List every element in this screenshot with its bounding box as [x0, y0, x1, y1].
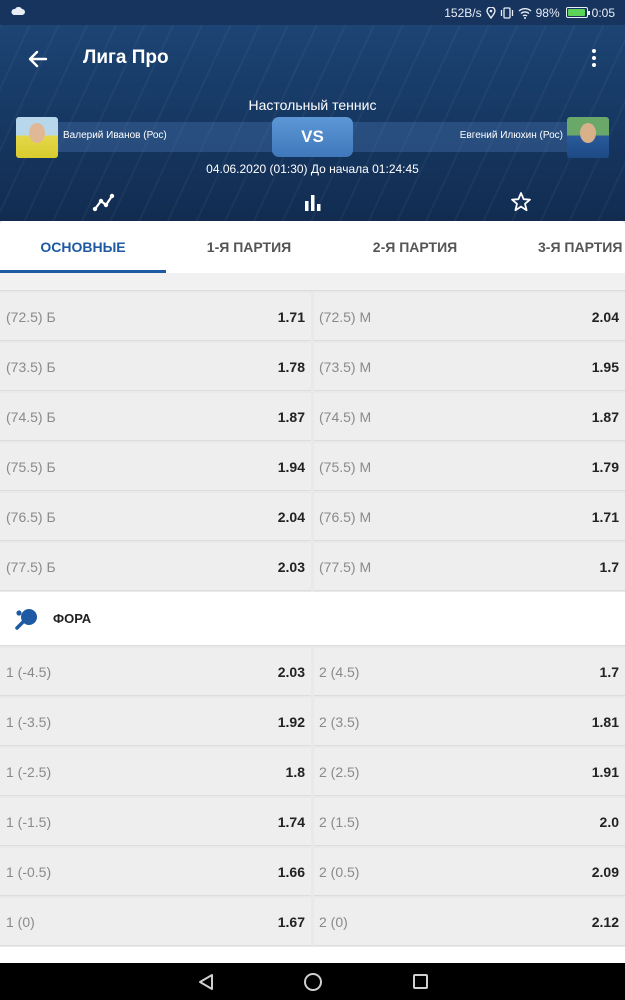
odd-over[interactable]: (75.5) Б 1.94: [0, 443, 311, 491]
total-row: (76.5) Б 2.04 (76.5) М 1.71: [0, 492, 625, 542]
match-header: Лига Про Настольный теннис Валерий Ивано…: [0, 25, 625, 221]
section-header-handicap[interactable]: ФОРА: [0, 592, 625, 646]
handicap-row: 1 (-3.5) 1.92 2 (3.5) 1.81: [0, 697, 625, 747]
odd-over[interactable]: (76.5) Б 2.04: [0, 493, 311, 541]
odd-over[interactable]: (73.5) Б 1.78: [0, 343, 311, 391]
odd-under[interactable]: (75.5) М 1.79: [314, 443, 625, 491]
total-row: (77.5) Б 2.03 (77.5) М 1.7: [0, 542, 625, 592]
next-section-strip: [0, 947, 625, 963]
odd-team-1[interactable]: 1 (-1.5) 1.74: [0, 798, 311, 846]
sport-name: Настольный теннис: [248, 97, 377, 113]
player-right-name: Евгений Илюхин (Рос): [459, 130, 563, 141]
player-left-avatar: [16, 117, 58, 158]
odd-team-2[interactable]: 2 (2.5) 1.91: [314, 748, 625, 796]
odd-over[interactable]: (72.5) Б 1.71: [0, 293, 311, 341]
cloud-icon: [11, 7, 25, 15]
back-arrow-icon[interactable]: [26, 47, 50, 71]
more-menu-icon[interactable]: [589, 47, 599, 69]
odd-under[interactable]: (73.5) М 1.95: [314, 343, 625, 391]
total-row: (73.5) Б 1.78 (73.5) М 1.95: [0, 342, 625, 392]
nav-recents-icon[interactable]: [413, 974, 428, 989]
odd-over[interactable]: (74.5) Б 1.87: [0, 393, 311, 441]
vs-badge: VS: [272, 117, 353, 157]
tab-set-2[interactable]: 2-Я ПАРТИЯ: [332, 221, 498, 273]
odd-over[interactable]: (77.5) Б 2.03: [0, 543, 311, 591]
total-row: (74.5) Б 1.87 (74.5) М 1.87: [0, 392, 625, 442]
handicap-row: 1 (-4.5) 2.03 2 (4.5) 1.7: [0, 647, 625, 697]
ping-pong-paddle-icon: [15, 609, 37, 630]
odd-team-2[interactable]: 2 (3.5) 1.81: [314, 698, 625, 746]
odd-under[interactable]: (72.5) М 2.04: [314, 293, 625, 341]
wifi-icon: [518, 7, 532, 19]
odd-under[interactable]: (77.5) М 1.7: [314, 543, 625, 591]
odd-team-1[interactable]: 1 (-2.5) 1.8: [0, 748, 311, 796]
handicap-row: 1 (-0.5) 1.66 2 (0.5) 2.09: [0, 847, 625, 897]
handicap-row: 1 (-2.5) 1.8 2 (2.5) 1.91: [0, 747, 625, 797]
clock: 0:05: [591, 5, 615, 20]
location-icon: [485, 6, 496, 19]
match-datetime: 04.06.2020 (01:30) До начала 01:24:45: [206, 162, 419, 176]
odd-team-1[interactable]: 1 (-4.5) 2.03: [0, 648, 311, 696]
odd-team-1[interactable]: 1 (0) 1.67: [0, 898, 311, 946]
network-speed: 152B/s: [444, 5, 482, 20]
battery-icon: [565, 7, 590, 18]
tab-set-1[interactable]: 1-Я ПАРТИЯ: [166, 221, 332, 273]
odd-team-2[interactable]: 2 (1.5) 2.0: [314, 798, 625, 846]
system-nav-bar: [0, 963, 625, 1000]
odd-team-1[interactable]: 1 (-0.5) 1.66: [0, 848, 311, 896]
status-bar: 152B/s 98% 0:05: [0, 0, 625, 25]
section-title: ФОРА: [53, 611, 92, 626]
odd-team-2[interactable]: 2 (4.5) 1.7: [314, 648, 625, 696]
total-row: (72.5) Б 1.71 (72.5) М 2.04: [0, 292, 625, 342]
tabs-bar: ОСНОВНЫЕ 1-Я ПАРТИЯ 2-Я ПАРТИЯ 3-Я ПАРТИ…: [0, 221, 625, 273]
trend-chart-icon[interactable]: [92, 191, 116, 213]
odd-under[interactable]: (74.5) М 1.87: [314, 393, 625, 441]
handicap-row: 1 (-1.5) 1.74 2 (1.5) 2.0: [0, 797, 625, 847]
odd-team-1[interactable]: 1 (-3.5) 1.92: [0, 698, 311, 746]
player-right-avatar: [567, 117, 609, 158]
player-left-name: Валерий Иванов (Рос): [63, 130, 167, 141]
tab-main[interactable]: ОСНОВНЫЕ: [0, 221, 166, 273]
battery-percent: 98%: [535, 5, 560, 20]
favorite-star-icon[interactable]: [509, 191, 533, 213]
odd-under[interactable]: (76.5) М 1.71: [314, 493, 625, 541]
tab-set-3[interactable]: 3-Я ПАРТИЯ: [498, 221, 625, 273]
odd-team-2[interactable]: 2 (0.5) 2.09: [314, 848, 625, 896]
statistics-bar-icon[interactable]: [301, 191, 325, 213]
total-row: (75.5) Б 1.94 (75.5) М 1.79: [0, 442, 625, 492]
vibrate-icon: [500, 6, 513, 19]
nav-back-icon[interactable]: [198, 973, 214, 991]
page-title: Лига Про: [83, 47, 169, 68]
handicap-row: 1 (0) 1.67 2 (0) 2.12: [0, 897, 625, 947]
odd-team-2[interactable]: 2 (0) 2.12: [314, 898, 625, 946]
nav-home-icon[interactable]: [304, 973, 322, 991]
section-divider: [0, 273, 625, 291]
